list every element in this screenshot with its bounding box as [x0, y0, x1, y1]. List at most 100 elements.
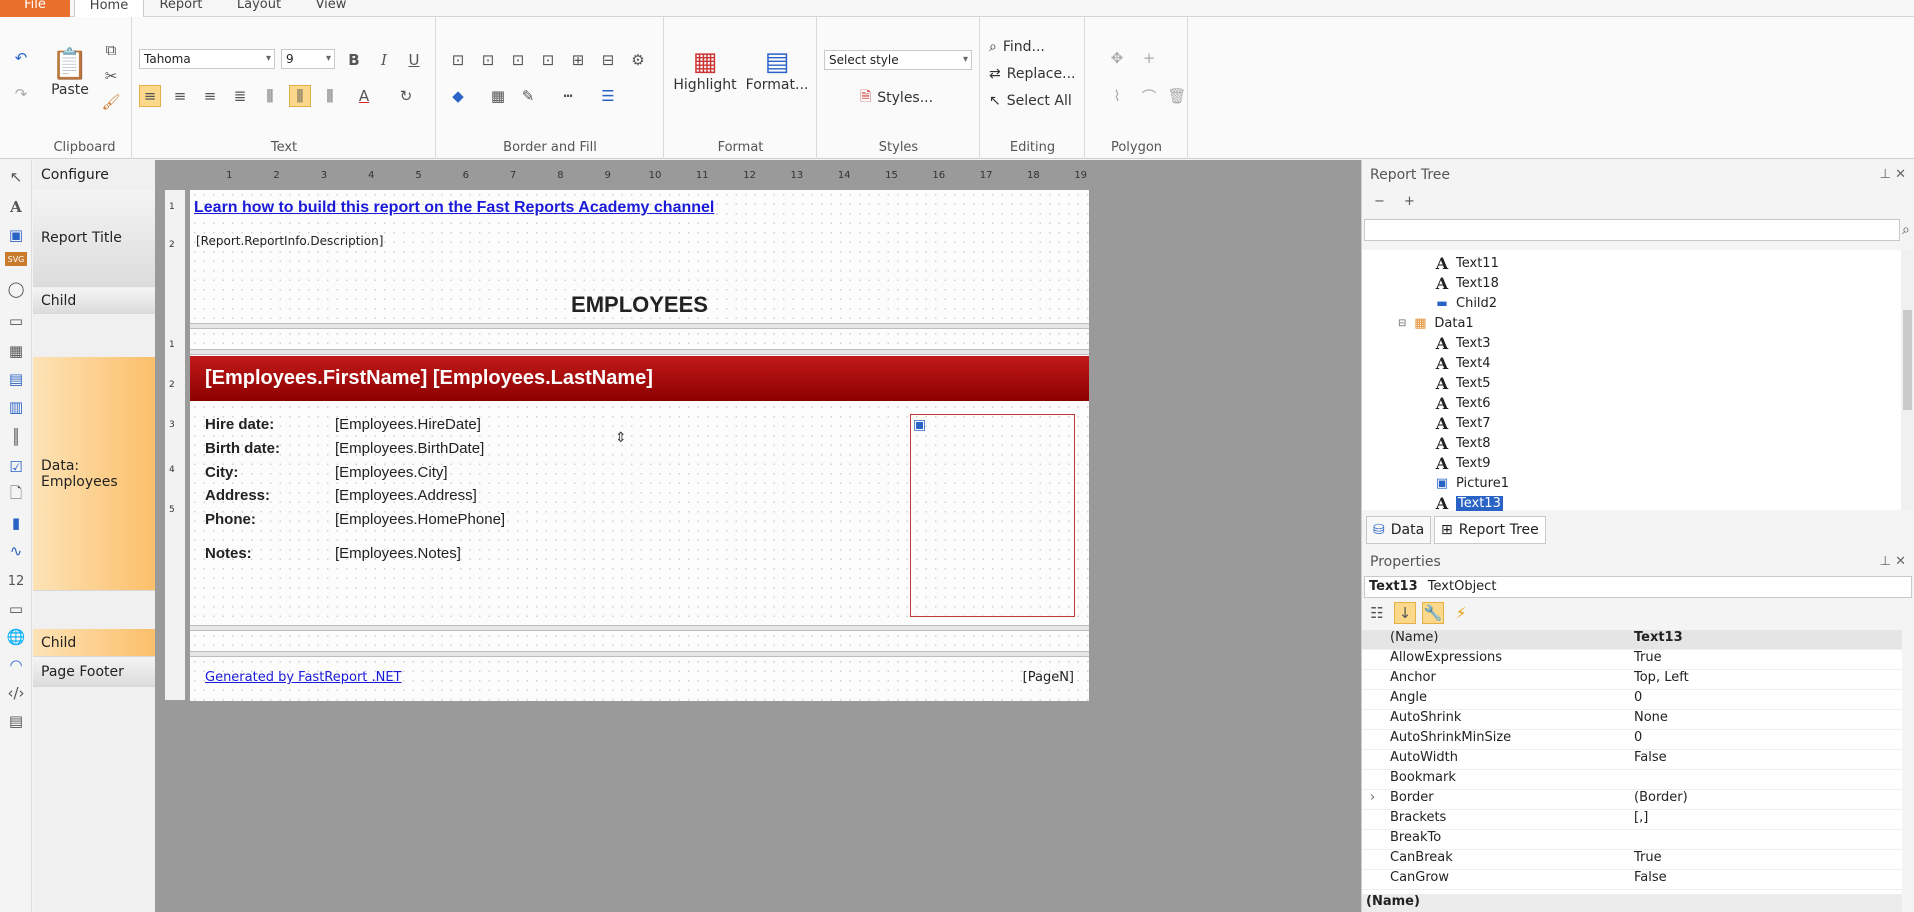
tree-item-text18[interactable]: A Text18	[1434, 273, 1499, 293]
tree-item-child2[interactable]: ▬ Child2	[1434, 293, 1497, 313]
tree-item-text7[interactable]: A Text7	[1434, 413, 1491, 433]
tab-view[interactable]: View	[306, 0, 356, 17]
underline-icon[interactable]: U	[403, 49, 425, 71]
select-all-button[interactable]: ↖ Select All	[989, 93, 1072, 109]
highlight-button[interactable]: ▦ Highlight	[673, 47, 737, 93]
svg-tool-icon[interactable]: SVG	[5, 252, 27, 266]
collapse-all-button[interactable]: −	[1374, 194, 1385, 209]
fill-pattern-icon[interactable]: ▦	[487, 85, 509, 107]
prop-value[interactable]: False	[1634, 870, 1667, 885]
search-icon[interactable]: ⌕	[1902, 222, 1910, 238]
city-label[interactable]: City:	[205, 464, 238, 481]
prop-row[interactable]: Bookmark	[1362, 770, 1902, 790]
border-left-icon[interactable]: ⊡	[507, 49, 529, 71]
redo-icon[interactable]: ↷	[10, 83, 32, 105]
tree-item-text13[interactable]: A Text13	[1434, 493, 1503, 513]
barcode-tool-icon[interactable]: ║	[5, 426, 27, 448]
chart-tool-icon[interactable]: ▮	[5, 512, 27, 534]
line-width-icon[interactable]: ☰	[597, 85, 619, 107]
tab-report[interactable]: Report	[150, 0, 212, 17]
font-family-select[interactable]: Tahoma	[139, 49, 275, 69]
tab-data[interactable]: ⛁ Data	[1366, 516, 1432, 544]
band-report-title[interactable]: Report Title	[33, 190, 155, 287]
tree-search-input[interactable]	[1364, 219, 1900, 241]
tree-item-text8[interactable]: A Text8	[1434, 433, 1491, 453]
curve-icon[interactable]: ⌒	[1138, 85, 1160, 107]
tab-file[interactable]: File	[0, 0, 70, 17]
prop-row[interactable]: CanBreak True	[1362, 850, 1902, 870]
zip-code-tool-icon[interactable]: ▭	[5, 598, 27, 620]
picture-tool-icon[interactable]: ▣	[5, 224, 27, 246]
pointer-icon[interactable]: ↖	[5, 166, 27, 188]
fill-color-icon[interactable]: ◆	[447, 85, 469, 107]
subreport-tool-icon[interactable]: ▭	[5, 310, 27, 332]
tree-item-text6[interactable]: A Text6	[1434, 393, 1491, 413]
properties-wrench-icon[interactable]: 🔧	[1422, 602, 1444, 624]
valign-bottom-icon[interactable]: ⫼	[319, 85, 341, 107]
prop-row[interactable]: Brackets [,]	[1362, 810, 1902, 830]
alphabetical-icon[interactable]: ↓	[1394, 602, 1416, 624]
report-title-band[interactable]: Learn how to build this report on the Fa…	[190, 190, 1089, 323]
border-all-icon[interactable]: ⊞	[567, 49, 589, 71]
shape-tool-icon[interactable]: ◯	[5, 278, 27, 300]
prop-row[interactable]: › Border (Border)	[1362, 790, 1902, 810]
employees-title[interactable]: EMPLOYEES	[190, 292, 1089, 318]
prop-value[interactable]: 0	[1634, 690, 1642, 705]
address-label[interactable]: Address:	[205, 487, 270, 504]
pin-icon[interactable]: ⊥ ✕	[1880, 167, 1906, 182]
tree-scrollbar[interactable]	[1901, 250, 1914, 510]
tree-item-text5[interactable]: A Text5	[1434, 373, 1491, 393]
align-right-icon[interactable]: ≡	[199, 85, 221, 107]
italic-icon[interactable]: I	[373, 49, 395, 71]
notes-value[interactable]: [Employees.Notes]	[335, 545, 461, 562]
band-data-employees[interactable]: Data: Employees	[33, 357, 155, 591]
gauge-tool-icon[interactable]: ◠	[5, 654, 27, 676]
prop-value[interactable]: True	[1634, 650, 1662, 665]
categorized-icon[interactable]: ☷	[1366, 602, 1388, 624]
birth-date-label[interactable]: Birth date:	[205, 440, 280, 457]
child-band-2[interactable]	[190, 631, 1089, 651]
expand-icon[interactable]: ›	[1370, 790, 1375, 805]
line-color-icon[interactable]: ✎	[517, 85, 539, 107]
bezier-icon[interactable]: ⌇	[1106, 85, 1128, 107]
tab-report-tree[interactable]: ⊞ Report Tree	[1434, 516, 1546, 544]
generated-by-link[interactable]: Generated by FastReport .NET	[205, 670, 402, 685]
prop-value[interactable]: Top, Left	[1634, 670, 1689, 685]
address-value[interactable]: [Employees.Address]	[335, 487, 477, 504]
replace-button[interactable]: ⇄ Replace...	[989, 66, 1075, 82]
birth-date-value[interactable]: [Employees.BirthDate]	[335, 440, 484, 457]
prop-value[interactable]: None	[1634, 710, 1668, 725]
prop-row[interactable]: AutoWidth False	[1362, 750, 1902, 770]
academy-link[interactable]: Learn how to build this report on the Fa…	[194, 199, 714, 217]
events-icon[interactable]: ⚡	[1450, 602, 1472, 624]
band-page-footer[interactable]: Page Footer	[33, 657, 155, 687]
hire-date-label[interactable]: Hire date:	[205, 416, 274, 433]
city-value[interactable]: [Employees.City]	[335, 464, 448, 481]
properties-pin-icon[interactable]: ⊥ ✕	[1880, 554, 1906, 569]
bold-icon[interactable]: B	[343, 49, 365, 71]
align-center-icon[interactable]: ≡	[169, 85, 191, 107]
tree-item-text9[interactable]: A Text9	[1434, 453, 1491, 473]
add-point-icon[interactable]: +	[1138, 47, 1160, 69]
prop-value[interactable]: [,]	[1634, 810, 1648, 825]
dialog-tool-icon[interactable]: ▤	[5, 710, 27, 732]
border-top-icon[interactable]: ⊡	[447, 49, 469, 71]
child-band-1[interactable]	[190, 329, 1089, 349]
hire-date-value[interactable]: [Employees.HireDate]	[335, 416, 481, 433]
border-settings-icon[interactable]: ⚙	[627, 49, 649, 71]
tree-item-data1[interactable]: ⊟ ▦ Data1	[1398, 313, 1474, 333]
prop-value[interactable]: (Border)	[1634, 790, 1688, 805]
rich-text-tool-icon[interactable]: 🗋	[5, 484, 27, 506]
prop-row[interactable]: Anchor Top, Left	[1362, 670, 1902, 690]
move-point-icon[interactable]: ✥	[1106, 47, 1128, 69]
prop-row[interactable]: AutoShrinkMinSize 0	[1362, 730, 1902, 750]
paste-button[interactable]: 📋 Paste	[46, 47, 94, 98]
band-child-1[interactable]: Child	[33, 288, 155, 314]
valign-top-icon[interactable]: ⫼	[259, 85, 281, 107]
html-tool-icon[interactable]: ‹/›	[5, 682, 27, 704]
tree-item-text4[interactable]: A Text4	[1434, 353, 1491, 373]
tree-item-picture1[interactable]: ▣ Picture1	[1434, 473, 1509, 493]
phone-value[interactable]: [Employees.HomePhone]	[335, 511, 505, 528]
cut-icon[interactable]: ✂	[100, 65, 122, 87]
notes-label[interactable]: Notes:	[205, 545, 252, 562]
